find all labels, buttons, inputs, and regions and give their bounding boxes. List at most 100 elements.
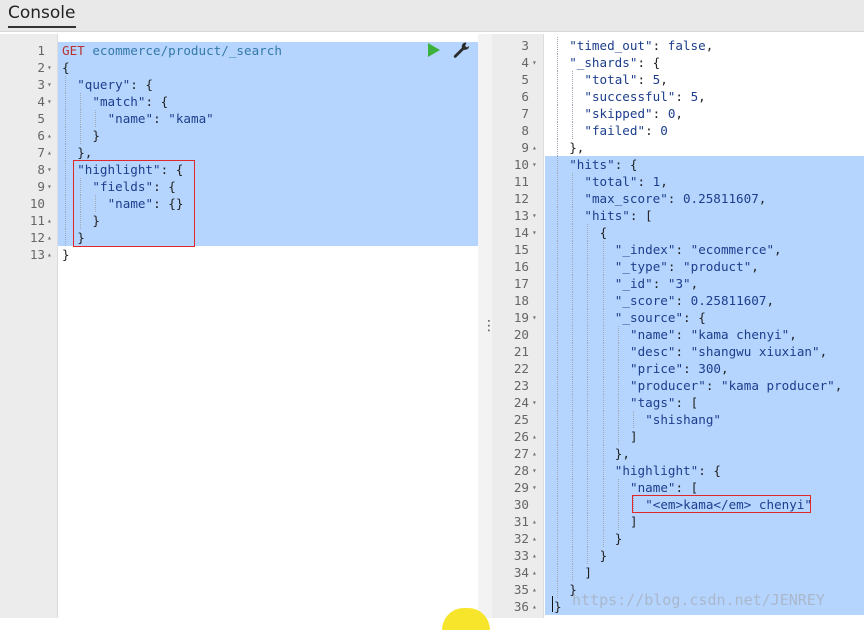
fold-close-icon[interactable]: ▴ xyxy=(532,547,537,564)
line-number: 9 xyxy=(521,140,529,155)
code-token: : xyxy=(675,344,691,359)
code-line[interactable]: 7 ▴}, xyxy=(0,144,478,161)
code-line[interactable]: 13 ▴} xyxy=(0,246,478,263)
line-number: 28 xyxy=(513,463,529,478)
fold-open-icon[interactable]: ▾ xyxy=(532,156,537,173)
fold-open-icon[interactable]: ▾ xyxy=(47,76,52,93)
code-line[interactable]: 11 ▴} xyxy=(0,212,478,229)
code-line[interactable]: 6 "successful": 5, xyxy=(492,88,864,105)
tab-console[interactable]: Console xyxy=(8,3,76,28)
code-line[interactable]: 15 "_index": "ecommerce", xyxy=(492,241,864,258)
code-text: "total": 5, xyxy=(584,71,667,88)
fold-close-icon[interactable]: ▴ xyxy=(47,212,52,229)
code-text: "successful": 5, xyxy=(584,88,705,105)
code-line[interactable]: 7 "skipped": 0, xyxy=(492,105,864,122)
code-line[interactable]: 8 "failed": 0 xyxy=(492,122,864,139)
code-line[interactable]: 4 ▾ "match": { xyxy=(0,93,478,110)
code-line[interactable]: 9 ▾ "fields": { xyxy=(0,178,478,195)
code-line[interactable]: 28 ▾ "highlight": { xyxy=(492,462,864,479)
code-token: "_source" xyxy=(614,310,684,325)
code-line[interactable]: 2 ▾ { xyxy=(0,59,478,76)
code-token: { xyxy=(599,225,608,240)
request-editor[interactable]: 1 GET ecommerce/product/_search 2 ▾{3 ▾ "quer… xyxy=(0,34,478,618)
fold-close-icon[interactable]: ▴ xyxy=(47,229,52,246)
code-token: : xyxy=(675,242,691,257)
code-line[interactable]: 20 "name": "kama chenyi", xyxy=(492,326,864,343)
fold-open-icon[interactable]: ▾ xyxy=(532,207,537,224)
fold-open-icon[interactable]: ▾ xyxy=(532,479,537,496)
indent-guide xyxy=(587,309,589,326)
indent-guide xyxy=(572,105,574,122)
code-line[interactable]: 14 ▾ { xyxy=(492,224,864,241)
fold-close-icon[interactable]: ▴ xyxy=(532,530,537,547)
fold-open-icon[interactable]: ▾ xyxy=(532,462,537,479)
code-line[interactable]: 27 ▴}, xyxy=(492,445,864,462)
code-line[interactable]: 8 ▾ "highlight": { xyxy=(0,161,478,178)
code-token: "failed" xyxy=(584,123,646,138)
response-viewer[interactable]: 3 "timed_out": false, 4 ▾ "_shards": {5 "tota… xyxy=(492,34,864,618)
fold-open-icon[interactable]: ▾ xyxy=(47,178,52,195)
code-line[interactable]: 11 "total": 1, xyxy=(492,173,864,190)
fold-close-icon[interactable]: ▴ xyxy=(532,139,537,156)
code-line[interactable]: 21 "desc": "shangwu xiuxian", xyxy=(492,343,864,360)
fold-open-icon[interactable]: ▾ xyxy=(47,161,52,178)
fold-close-icon[interactable]: ▴ xyxy=(532,445,537,462)
code-line[interactable]: 4 ▾ "_shards": { xyxy=(492,54,864,71)
indent-guide xyxy=(557,105,558,122)
fold-open-icon[interactable]: ▾ xyxy=(532,394,537,411)
fold-open-icon[interactable]: ▾ xyxy=(47,59,52,76)
code-line[interactable]: 12 "max_score": 0.25811607, xyxy=(492,190,864,207)
code-line[interactable]: 9 ▴}, xyxy=(492,139,864,156)
code-line[interactable]: 23 "producer": "kama producer", xyxy=(492,377,864,394)
code-line[interactable]: 30 "<em>kama</em> chenyi" xyxy=(492,496,864,513)
indent-guide xyxy=(572,462,574,479)
line-number: 12 xyxy=(513,191,529,206)
fold-close-icon[interactable]: ▴ xyxy=(47,127,52,144)
fold-open-icon[interactable]: ▾ xyxy=(532,54,537,71)
code-line[interactable]: 1 GET ecommerce/product/_search xyxy=(0,42,478,59)
code-line[interactable]: 5 "total": 5, xyxy=(492,71,864,88)
indent-guide xyxy=(617,411,619,428)
fold-close-icon[interactable]: ▴ xyxy=(47,144,52,161)
code-token: } xyxy=(599,548,608,563)
fold-open-icon[interactable]: ▾ xyxy=(47,93,52,110)
code-line[interactable]: 26 ▴] xyxy=(492,428,864,445)
code-line[interactable]: 24 ▾ "tags": [ xyxy=(492,394,864,411)
code-line[interactable]: 10 ▾ "hits": { xyxy=(492,156,864,173)
code-line[interactable]: 19 ▾ "_source": { xyxy=(492,309,864,326)
fold-close-icon[interactable]: ▴ xyxy=(47,246,52,263)
code-line[interactable]: 34 ▴] xyxy=(492,564,864,581)
wrench-icon[interactable] xyxy=(452,41,472,59)
code-line[interactable]: 17 "_id": "3", xyxy=(492,275,864,292)
code-line[interactable]: 22 "price": 300, xyxy=(492,360,864,377)
code-line[interactable]: 18 "_score": 0.25811607, xyxy=(492,292,864,309)
fold-close-icon[interactable]: ▴ xyxy=(532,564,537,581)
fold-close-icon[interactable]: ▴ xyxy=(532,581,537,598)
code-token: "total" xyxy=(584,72,638,87)
fold-close-icon[interactable]: ▴ xyxy=(532,513,537,530)
code-line[interactable]: 31 ▴] xyxy=(492,513,864,530)
code-line[interactable]: 32 ▴} xyxy=(492,530,864,547)
code-line[interactable]: 6 ▴} xyxy=(0,127,478,144)
fold-close-icon[interactable]: ▴ xyxy=(532,428,537,445)
code-line[interactable]: 13 ▾ "hits": [ xyxy=(492,207,864,224)
indent-guide xyxy=(557,190,558,207)
code-text: ] xyxy=(584,564,592,581)
code-line[interactable]: 3 "timed_out": false, xyxy=(492,37,864,54)
fold-close-icon[interactable]: ▴ xyxy=(532,598,537,615)
code-token: , xyxy=(690,276,699,291)
fold-open-icon[interactable]: ▾ xyxy=(532,309,537,326)
code-line[interactable]: 3 ▾ "query": { xyxy=(0,76,478,93)
fold-open-icon[interactable]: ▾ xyxy=(532,224,537,241)
code-text: "query": { xyxy=(77,76,153,93)
code-line[interactable]: 5 "name": "kama" xyxy=(0,110,478,127)
code-line[interactable]: 25 "shishang" xyxy=(492,411,864,428)
run-request-button[interactable] xyxy=(428,43,440,57)
code-line[interactable]: 12 ▴} xyxy=(0,229,478,246)
code-token: : { xyxy=(683,310,706,325)
code-line[interactable]: 29 ▾ "name": [ xyxy=(492,479,864,496)
code-line[interactable]: 16 "_type": "product", xyxy=(492,258,864,275)
code-line[interactable]: 33 ▴} xyxy=(492,547,864,564)
code-text: } xyxy=(92,127,100,144)
code-line[interactable]: 10 "name": {} xyxy=(0,195,478,212)
